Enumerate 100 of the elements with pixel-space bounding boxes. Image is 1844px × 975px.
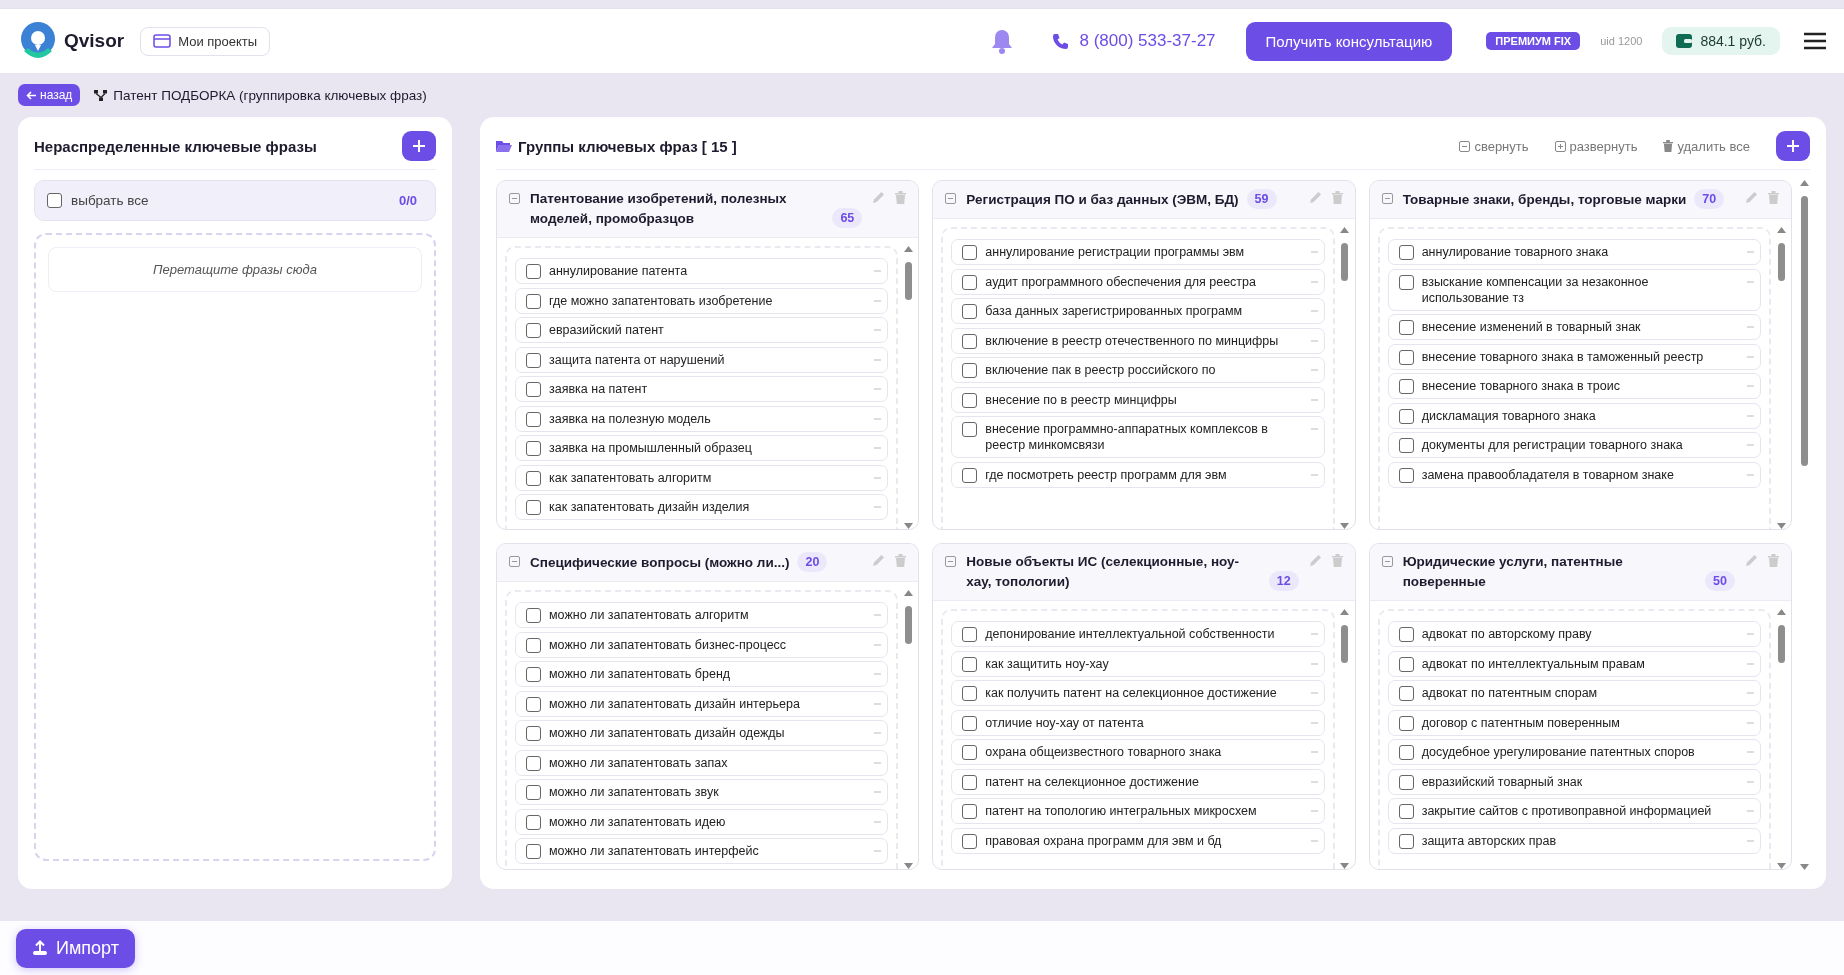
- phrase-text: патент на селекционное достижение: [985, 773, 1200, 790]
- phrase-text: депонирование интеллектуальной собственности: [985, 626, 1276, 643]
- delete-button[interactable]: удалить все: [1663, 138, 1750, 154]
- phrase-row[interactable]: защита авторских прав: [1387, 827, 1761, 854]
- plan-badge: ПРЕМИУМ FIX: [1486, 32, 1581, 51]
- phrase-row[interactable]: взыскание компенсации за незаконное использование тз: [1387, 268, 1761, 311]
- phrase-text: договор с патентным поверенным: [1421, 714, 1621, 731]
- panel-title: Нераспределенные ключевые фразы: [34, 137, 317, 155]
- phrase-text: включение в реестр отечественного по минцифры: [985, 332, 1280, 349]
- phrase-row[interactable]: внесение товарного знака в таможенный реестр: [1387, 343, 1761, 370]
- phrase-row[interactable]: база данных зарегистрированных программ: [951, 298, 1325, 325]
- phrase-row[interactable]: охрана общеизвестного товарного знака: [951, 739, 1325, 766]
- phrase-row[interactable]: как запатентовать алгоритм: [515, 464, 889, 491]
- phrase-row[interactable]: аннулирование регистрации программы эвм: [951, 239, 1325, 266]
- back-button[interactable]: назад: [18, 84, 81, 107]
- phrase-row[interactable]: евразийский товарный знак: [1387, 768, 1761, 795]
- phrase-text: заявка на полезную модель: [549, 410, 712, 427]
- phrase-row[interactable]: включение пак в реестр российского по: [951, 357, 1325, 384]
- phrase-row[interactable]: отличие ноу-хау от патента: [951, 709, 1325, 736]
- phrase-text: документы для регистрации товарного знака: [1421, 437, 1684, 454]
- phrase-row[interactable]: где можно запатентовать изобретение: [515, 287, 889, 314]
- phrase-row[interactable]: заявка на промышленный образец: [515, 435, 889, 462]
- phrase-text: взыскание компенсации за незаконное использование тз: [1421, 273, 1650, 306]
- phrase-count: 59: [1246, 189, 1277, 210]
- phrase-row[interactable]: аудит программного обеспечения для реестра: [951, 268, 1325, 295]
- page-title: Патент ПОДБОРКА (группировка ключевых фраз): [113, 87, 427, 103]
- phrase-row[interactable]: как защитить ноу-хау: [951, 650, 1325, 677]
- phrase-row[interactable]: можно ли запатентовать бизнес-процесс: [515, 631, 889, 658]
- phrase-row[interactable]: как получить патент на селекционное достижение: [951, 680, 1325, 707]
- phone-link[interactable]: 8 (800) 533-37-27: [1052, 31, 1216, 52]
- phrase-row[interactable]: внесение изменений в товарный знак: [1387, 314, 1761, 341]
- phrase-text: аннулирование патента: [549, 263, 689, 280]
- phrase-row[interactable]: можно ли запатентовать звук: [515, 779, 889, 806]
- phrase-text: заявка на промышленный образец: [549, 440, 753, 457]
- phrase-text: включение пак в реестр российского по: [985, 362, 1217, 379]
- phrase-text: аннулирование регистрации программы эвм: [985, 244, 1246, 261]
- expand-button[interactable]: развернуть: [1554, 138, 1638, 154]
- phrase-text: внесение программно-аппаратных комплексов в реестр минкомсвязи: [985, 421, 1269, 454]
- phrase-row[interactable]: правовая охрана программ для эвм и бд: [951, 827, 1325, 854]
- drop-hint: Перетащите фразы сюда: [48, 247, 422, 293]
- phrase-row[interactable]: можно ли запатентовать алгоритм: [515, 602, 889, 629]
- phrase-row[interactable]: документы для регистрации товарного знака: [1387, 432, 1761, 459]
- phrase-text: защита авторских прав: [1421, 832, 1558, 849]
- phrase-row[interactable]: аннулирование патента: [515, 258, 889, 285]
- select-all-label: выбрать все: [71, 193, 149, 209]
- phrase-text: можно ли запатентовать дизайн интерьера: [549, 695, 801, 712]
- phrase-row[interactable]: можно ли запатентовать интерфейс: [515, 838, 889, 865]
- phrase-text: где посмотреть реестр программ для эвм: [985, 466, 1228, 483]
- phrase-count: 70: [1694, 189, 1725, 210]
- phrase-row[interactable]: внесение товарного знака в троис: [1387, 373, 1761, 400]
- consultation-button[interactable]: Получить консультацию: [1245, 21, 1453, 61]
- phrase-row[interactable]: включение в реестр отечественного по минцифры: [951, 327, 1325, 354]
- phrase-row[interactable]: замена правообладателя в товарном знаке: [1387, 461, 1761, 488]
- phrase-row[interactable]: адвокат по авторскому праву: [1387, 621, 1761, 648]
- phrase-row[interactable]: депонирование интеллектуальной собственности: [951, 621, 1325, 648]
- phrase-text: евразийский товарный знак: [1421, 773, 1584, 790]
- balance[interactable]: 884.1 руб.: [1662, 27, 1780, 56]
- phrase-row[interactable]: адвокат по интеллектуальным правам: [1387, 650, 1761, 677]
- panel-title: Группы ключевых фраз [ 15 ]: [518, 137, 737, 155]
- phrase-text: аудит программного обеспечения для реестра: [985, 273, 1257, 290]
- phrase-text: можно ли запатентовать дизайн одежды: [549, 725, 786, 742]
- phrase-row[interactable]: аннулирование товарного знака: [1387, 239, 1761, 266]
- selection-counter: 0/0: [398, 193, 417, 209]
- phrase-text: можно ли запатентовать запах: [549, 754, 729, 771]
- projects-button[interactable]: Мои проекты: [140, 26, 271, 56]
- phrase-text: адвокат по интеллектуальным правам: [1421, 655, 1646, 672]
- phrase-text: защита патента от нарушений: [549, 351, 726, 368]
- group-title: Новые объекты ИС (селекционные, ноу-хау, топологии): [966, 553, 1241, 592]
- phrase-text: правовая охрана программ для эвм и бд: [985, 832, 1223, 849]
- phrase-text: база данных зарегистрированных программ: [985, 303, 1244, 320]
- phrase-text: отличие ноу-хау от патента: [985, 714, 1145, 731]
- phrase-row[interactable]: можно ли запатентовать бренд: [515, 661, 889, 688]
- phrase-text: можно ли запатентовать бизнес-процесс: [549, 636, 788, 653]
- phrase-text: дискламация товарного знака: [1421, 407, 1597, 424]
- phrase-text: адвокат по авторскому праву: [1421, 626, 1593, 643]
- phrase-text: как запатентовать дизайн изделия: [549, 499, 751, 516]
- phrase-row[interactable]: заявка на полезную модель: [515, 405, 889, 432]
- phrase-row[interactable]: можно ли запатентовать дизайн одежды: [515, 720, 889, 747]
- phrase-row[interactable]: где посмотреть реестр программ для эвм: [951, 461, 1325, 488]
- phrase-row[interactable]: внесение по в реестр минцифры: [951, 386, 1325, 413]
- phrase-row[interactable]: досудебное урегулирование патентных споров: [1387, 739, 1761, 766]
- phrase-row[interactable]: можно ли запатентовать идею: [515, 808, 889, 835]
- import-button[interactable]: Импорт: [16, 928, 135, 968]
- phrase-row[interactable]: евразийский патент: [515, 317, 889, 344]
- collapse-button[interactable]: свернуть: [1459, 138, 1529, 154]
- phrase-row[interactable]: договор с патентным поверенным: [1387, 709, 1761, 736]
- phrase-row[interactable]: можно ли запатентовать запах: [515, 749, 889, 776]
- phrase-row[interactable]: защита патента от нарушений: [515, 346, 889, 373]
- phrase-text: где можно запатентовать изобретение: [549, 292, 774, 309]
- phrase-row[interactable]: патент на топологию интегральных микросхем: [951, 798, 1325, 825]
- phrase-row[interactable]: адвокат по патентным спорам: [1387, 680, 1761, 707]
- phrase-row[interactable]: дискламация товарного знака: [1387, 402, 1761, 429]
- phrase-row[interactable]: заявка на патент: [515, 376, 889, 403]
- phrase-row[interactable]: можно ли запатентовать дизайн интерьера: [515, 690, 889, 717]
- phrase-text: досудебное урегулирование патентных споров: [1421, 744, 1696, 761]
- phrase-row[interactable]: как запатентовать дизайн изделия: [515, 494, 889, 521]
- phrase-row[interactable]: внесение программно-аппаратных комплексов в реестр минкомсвязи: [951, 416, 1325, 459]
- phrase-text: можно ли запатентовать бренд: [549, 666, 732, 683]
- phrase-row[interactable]: патент на селекционное достижение: [951, 768, 1325, 795]
- phrase-row[interactable]: закрытие сайтов с противоправной информацией: [1387, 798, 1761, 825]
